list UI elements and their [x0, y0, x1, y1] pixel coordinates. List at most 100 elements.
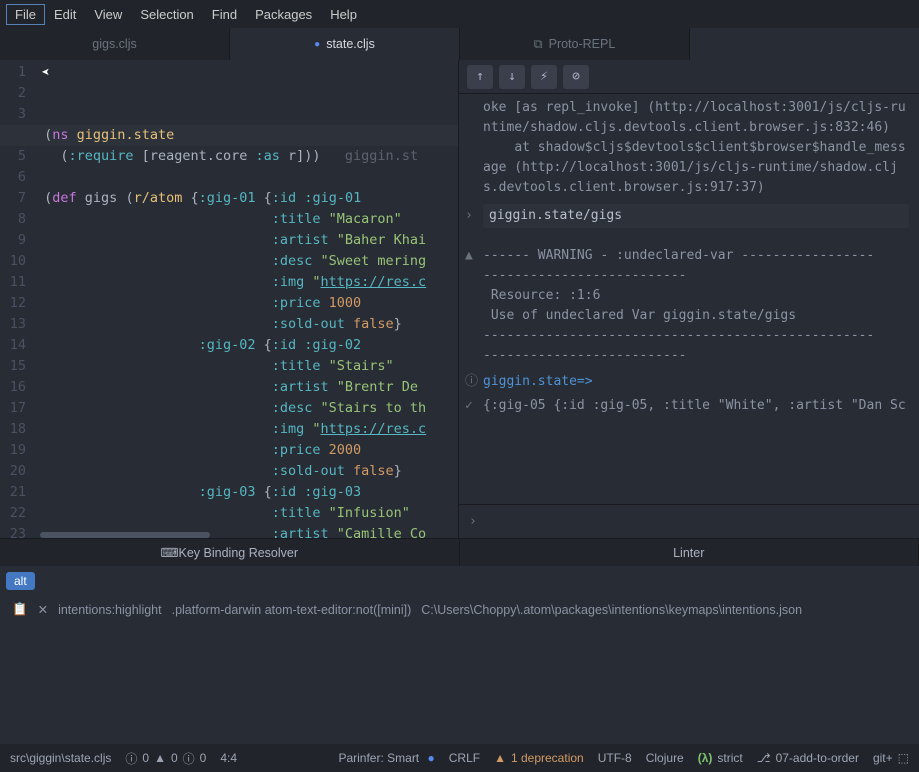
line-number: 13 — [0, 314, 26, 335]
branch-icon: ⎇ — [757, 751, 771, 765]
code-line: :title "Infusion" — [36, 503, 458, 524]
code-line: :gig-03 {:id :gig-03 — [36, 482, 458, 503]
code-line: :desc "Stairs to th — [36, 398, 458, 419]
code-line: (def gigs (r/atom {:gig-01 {:id :gig-01 — [36, 188, 458, 209]
bottom-tab-key-binding-resolver[interactable]: ⌨ Key Binding Resolver — [0, 539, 460, 566]
cursor-icon: ➤ — [41, 63, 49, 84]
menu-find[interactable]: Find — [203, 4, 246, 25]
status-encoding[interactable]: UTF-8 — [598, 751, 632, 765]
repl-output[interactable]: oke [as repl_invoke] (http://localhost:3… — [459, 94, 919, 504]
tab-Proto-REPL[interactable]: ⧉Proto-REPL — [460, 28, 690, 60]
warn-icon: ▲ — [154, 751, 166, 765]
box-icon: ⬚ — [898, 751, 909, 765]
code-line: :price 2000 — [36, 440, 458, 461]
line-number: 16 — [0, 377, 26, 398]
line-number: 19 — [0, 440, 26, 461]
repl-down-button[interactable]: ↓ — [499, 65, 525, 89]
tab-bar: gigs.cljsstate.cljs⧉Proto-REPL — [0, 28, 919, 60]
chevron-right-icon[interactable]: › — [465, 206, 473, 226]
code-line: :price 1000 — [36, 293, 458, 314]
repl-up-button[interactable]: ↑ — [467, 65, 493, 89]
code-line: :artist "Baher Khai — [36, 230, 458, 251]
line-number: 6 — [0, 167, 26, 188]
line-number: 1 — [0, 62, 26, 83]
tab-state-cljs[interactable]: state.cljs — [230, 28, 460, 60]
intentions-row: 📋 ✕ intentions:highlight .platform-darwi… — [0, 596, 919, 623]
line-number: 11 — [0, 272, 26, 293]
info-icon: ⓘ — [465, 372, 478, 392]
status-git[interactable]: git+⬚ — [873, 751, 909, 765]
menu-packages[interactable]: Packages — [246, 4, 321, 25]
line-number: 2 — [0, 83, 26, 104]
line-number: 8 — [0, 209, 26, 230]
bottom-panel-tabs: ⌨ Key Binding ResolverLinter — [0, 538, 919, 566]
repl-echo: {:gig-05 {:id :gig-05, :title "White", :… — [483, 398, 906, 413]
line-number: 12 — [0, 293, 26, 314]
repl-prompt: giggin.state=> — [483, 374, 593, 389]
menu-file[interactable]: File — [6, 4, 45, 25]
status-cursor-pos[interactable]: 4:4 — [220, 751, 237, 765]
code-line: :sold-out false} — [36, 314, 458, 335]
line-number: 23 — [0, 524, 26, 538]
status-language[interactable]: Clojure — [646, 751, 684, 765]
repl-line: oke [as repl_invoke] (http://localhost:3… — [483, 98, 909, 138]
repl-warning: ------ WARNING - :undeclared-var -------… — [483, 246, 909, 266]
clipboard-icon[interactable]: 📋 — [12, 602, 28, 617]
intentions-path: C:\Users\Choppy\.atom\packages\intention… — [421, 603, 802, 617]
status-deprecation[interactable]: ▲1 deprecation — [494, 751, 584, 765]
status-parinfer[interactable]: Parinfer: Smart ● — [338, 751, 434, 765]
menu-view[interactable]: View — [85, 4, 131, 25]
repl-bolt-button[interactable]: ⚡ — [531, 65, 557, 89]
code-line: :title "Stairs" — [36, 356, 458, 377]
line-number: 5 — [0, 146, 26, 167]
key-badge: alt — [6, 572, 35, 590]
line-number: 10 — [0, 251, 26, 272]
status-bar: src\giggin\state.cljs ⓘ0 ▲0 ⓘ0 4:4 Parin… — [0, 744, 919, 772]
error-icon: ⓘ — [125, 750, 137, 767]
warning-icon: ▲ — [465, 246, 473, 266]
menu-edit[interactable]: Edit — [45, 4, 85, 25]
line-number: 18 — [0, 419, 26, 440]
code-line: :title "Macaron" — [36, 209, 458, 230]
code-line: :desc "Sweet mering — [36, 251, 458, 272]
code-area[interactable]: ➤ (ns giggin.state (:require [reagent.co… — [36, 60, 458, 538]
repl-stop-button[interactable]: ⊘ — [563, 65, 589, 89]
check-icon: ✓ — [465, 396, 473, 416]
tab-icon: ⧉ — [534, 37, 543, 52]
line-number: 22 — [0, 503, 26, 524]
status-branch[interactable]: ⎇07-add-to-order — [757, 751, 859, 765]
code-line — [36, 167, 458, 188]
repl-input[interactable]: › — [459, 504, 919, 538]
code-line: (ns giggin.state — [36, 125, 458, 146]
line-number: 9 — [0, 230, 26, 251]
bottom-tab-linter[interactable]: Linter — [460, 539, 919, 566]
editor-pane[interactable]: 123456789101112131415161718192021222324 … — [0, 60, 459, 538]
status-strict[interactable]: (λ)strict — [698, 751, 743, 765]
status-file[interactable]: src\giggin\state.cljs — [10, 751, 111, 765]
key-resolver-panel: alt — [0, 566, 919, 596]
chevron-right-icon: › — [469, 514, 477, 529]
repl-pane: ↑ ↓ ⚡ ⊘ oke [as repl_invoke] (http://loc… — [459, 60, 919, 538]
line-number: 3 — [0, 104, 26, 125]
close-icon[interactable]: ✕ — [38, 602, 48, 617]
line-number: 15 — [0, 356, 26, 377]
menu-help[interactable]: Help — [321, 4, 366, 25]
status-diagnostics[interactable]: ⓘ0 ▲0 ⓘ0 — [125, 750, 206, 767]
status-lineend[interactable]: CRLF — [449, 751, 480, 765]
code-line: :sold-out false} — [36, 461, 458, 482]
repl-toolbar: ↑ ↓ ⚡ ⊘ — [459, 60, 919, 94]
line-number: 7 — [0, 188, 26, 209]
tab-gigs-cljs[interactable]: gigs.cljs — [0, 28, 230, 60]
menubar: FileEditViewSelectionFindPackagesHelp — [0, 0, 919, 28]
line-number: 14 — [0, 335, 26, 356]
info2-icon: ⓘ — [183, 750, 195, 767]
tab-icon: ⌨ — [160, 545, 178, 560]
line-number: 20 — [0, 461, 26, 482]
code-line: :img "https://res.c — [36, 419, 458, 440]
repl-line: at shadow$cljs$devtools$client$browser$h… — [483, 138, 909, 198]
menu-selection[interactable]: Selection — [131, 4, 202, 25]
code-line: (:require [reagent.core :as r])) giggin.… — [36, 146, 458, 167]
code-line: :artist "Brentr De — [36, 377, 458, 398]
line-number: 21 — [0, 482, 26, 503]
horizontal-scrollbar[interactable] — [40, 532, 210, 538]
